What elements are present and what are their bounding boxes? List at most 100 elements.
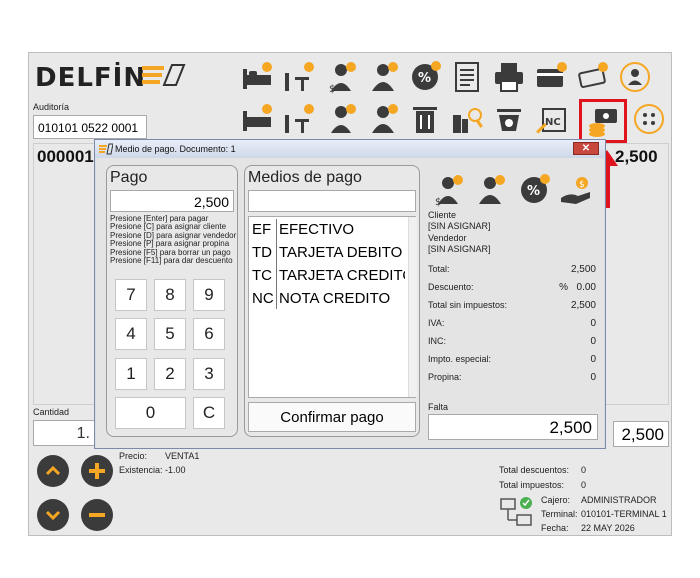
dialog-close-button[interactable]: ✕ <box>573 142 599 155</box>
medios-search-input[interactable] <box>248 190 416 212</box>
existencia-label: Existencia: <box>119 465 163 475</box>
key-clear[interactable]: C <box>193 397 225 429</box>
list-item[interactable]: NC NOTA CREDITO <box>249 290 405 312</box>
scale-icon[interactable] <box>489 99 529 139</box>
svg-text:$: $ <box>329 84 335 95</box>
descuento-label: Descuento: <box>428 282 474 292</box>
up-button[interactable] <box>37 455 69 487</box>
iva-value: 0 <box>590 318 596 329</box>
medio-code: TC <box>252 267 272 284</box>
propina-value: 0 <box>590 372 596 383</box>
document-number: 000001 <box>37 147 94 166</box>
pago-amount-field[interactable]: 2,500 <box>110 190 234 212</box>
medio-name: NOTA CREDITO <box>279 290 391 307</box>
falta-field: 2,500 <box>428 414 598 440</box>
trash-icon[interactable] <box>405 99 445 139</box>
client-money-icon[interactable]: $ <box>321 57 361 97</box>
key-1[interactable]: 1 <box>115 358 147 390</box>
propina-label: Propina: <box>428 372 462 382</box>
remove-button[interactable] <box>81 499 113 531</box>
key-9[interactable]: 9 <box>193 279 225 311</box>
chevron-down-icon <box>45 510 61 521</box>
medio-code: NC <box>252 290 274 307</box>
down-button[interactable] <box>37 499 69 531</box>
key-8[interactable]: 8 <box>154 279 186 311</box>
restaurant-icon[interactable] <box>279 57 319 97</box>
cantidad-field[interactable]: 1. <box>33 420 97 446</box>
medio-name: TARJETA DEBITO <box>279 244 403 261</box>
total-descuentos-label: Total descuentos: <box>499 465 570 475</box>
medio-name: EFECTIVO <box>279 221 355 238</box>
sin-impuestos-value: 2,500 <box>570 300 596 311</box>
key-0[interactable]: 0 <box>115 397 186 429</box>
precio-value: VENTA1 <box>165 451 200 461</box>
document-icon[interactable] <box>447 57 487 97</box>
client-remove-icon[interactable] <box>321 99 361 139</box>
vendor-remove-icon[interactable] <box>363 99 403 139</box>
impto-especial-value: 0 <box>590 354 596 365</box>
medios-list[interactable]: EF EFECTIVO TD TARJETA DEBITO TC TARJETA… <box>248 216 417 398</box>
bed-icon[interactable] <box>237 57 277 97</box>
sin-impuestos-label: Total sin impuestos: <box>428 300 508 310</box>
medio-code: TD <box>252 244 272 261</box>
cliente-value: [SIN ASIGNAR] <box>428 221 491 231</box>
assign-vendor-icon[interactable] <box>470 170 510 210</box>
document-total: 2,500 <box>615 147 658 166</box>
add-button[interactable] <box>81 455 113 487</box>
auditoria-label: Auditoría <box>33 102 70 112</box>
instruction-line: Presione [F11] para dar descuento <box>110 256 233 266</box>
printer-icon[interactable] <box>489 57 529 97</box>
impto-especial-label: Impto. especial: <box>428 354 492 364</box>
dialog-body: Pago 2,500 Presione [Enter] para pagar P… <box>96 158 604 448</box>
bottom-total-field: 2,500 <box>613 421 669 447</box>
total-impuestos-label: Total impuestos: <box>499 480 565 490</box>
bed-cancel-icon[interactable] <box>237 99 277 139</box>
precio-label: Precio: <box>119 451 148 461</box>
discount-icon[interactable]: % <box>405 57 445 97</box>
cajero-value: ADMINISTRADOR <box>581 495 657 505</box>
cash-coins-icon <box>589 109 617 137</box>
dialog-titlebar: Medio de pago. Documento: 1 ✕ <box>95 140 605 158</box>
medio-code: EF <box>252 221 272 238</box>
key-7[interactable]: 7 <box>115 279 147 311</box>
list-item[interactable]: TD TARJETA DEBITO <box>249 244 405 266</box>
key-5[interactable]: 5 <box>154 318 186 350</box>
payment-button[interactable] <box>579 99 627 143</box>
confirm-payment-button[interactable]: Confirmar pago <box>248 402 416 432</box>
total-value: 2,500 <box>570 264 596 275</box>
fecha-value: 22 MAY 2026 <box>581 523 635 533</box>
more-options-icon[interactable] <box>629 99 669 139</box>
vendedor-label: Vendedor <box>428 233 467 243</box>
user-sync-icon[interactable] <box>615 57 655 97</box>
list-item[interactable]: EF EFECTIVO <box>249 221 405 243</box>
terminal-label: Terminal: <box>541 509 578 519</box>
key-4[interactable]: 4 <box>115 318 147 350</box>
cash-payment-icon[interactable] <box>573 57 613 97</box>
total-descuentos-value: 0 <box>581 465 587 475</box>
assign-tip-icon[interactable]: $ <box>556 170 596 210</box>
cliente-label: Cliente <box>428 210 457 220</box>
dialog-title: Medio de pago. Documento: 1 <box>115 144 236 154</box>
medios-scrollbar[interactable] <box>408 217 417 397</box>
assign-client-icon[interactable]: $ <box>428 170 468 210</box>
cantidad-label: Cantidad <box>33 407 70 417</box>
key-2[interactable]: 2 <box>154 358 186 390</box>
descuento-value: 0.00 <box>576 282 596 293</box>
close-icon: ✕ <box>581 143 591 154</box>
key-3[interactable]: 3 <box>193 358 225 390</box>
medios-panel: Medios de pago EF EFECTIVO TD TARJETA DE… <box>244 165 420 437</box>
list-item[interactable]: TC TARJETA CREDITO <box>249 267 405 289</box>
vendor-icon[interactable] <box>363 57 403 97</box>
assign-discount-icon[interactable]: % <box>514 170 554 210</box>
vendedor-value: [SIN ASIGNAR] <box>428 244 491 254</box>
credit-note-icon[interactable]: NC <box>531 99 571 139</box>
svg-text:$: $ <box>435 197 441 208</box>
restaurant-cancel-icon[interactable] <box>279 99 319 139</box>
network-status-icon <box>500 497 532 526</box>
card-icon[interactable] <box>531 57 571 97</box>
auditoria-field[interactable]: 010101 0522 0001 <box>33 115 147 139</box>
total-label: Total: <box>428 264 450 274</box>
key-6[interactable]: 6 <box>193 318 225 350</box>
total-impuestos-value: 0 <box>581 480 587 490</box>
product-search-icon[interactable] <box>447 99 487 139</box>
